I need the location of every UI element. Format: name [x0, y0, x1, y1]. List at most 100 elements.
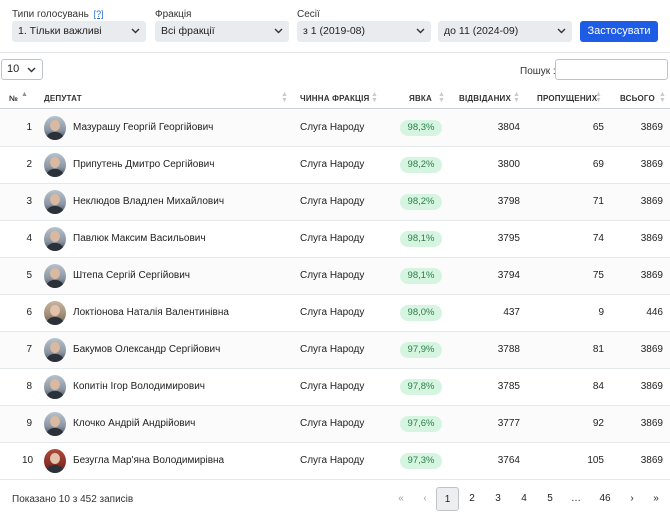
- session-to-select[interactable]: до 11 (2024-09): [438, 21, 572, 42]
- deputy-name[interactable]: Локтіонова Наталія Валентинівна: [73, 307, 229, 318]
- total-count: 3869: [640, 270, 663, 281]
- deputy-name[interactable]: Клочко Андрій Андрійович: [73, 418, 195, 429]
- next-page-button[interactable]: ›: [626, 487, 638, 511]
- chevron-down-icon: [131, 28, 140, 34]
- deputy-avatar[interactable]: [44, 412, 66, 436]
- attendance-badge: 98,2%: [400, 194, 442, 210]
- row-number: 2: [26, 159, 32, 170]
- sort-arrows-icon[interactable]: ▲ ▼: [371, 91, 378, 104]
- chevron-down-icon: [416, 28, 425, 34]
- table-body: 1 Мазурашу Георгій Георгійович Слуга Нар…: [0, 110, 670, 480]
- present-count: 437: [503, 307, 520, 318]
- column-header-total[interactable]: ВСЬОГО: [620, 94, 655, 103]
- page-button-46[interactable]: 46: [594, 487, 616, 511]
- table-row[interactable]: 7 Бакумов Олександр Сергійович Слуга Нар…: [0, 332, 670, 369]
- column-header-deputy[interactable]: ДЕПУТАТ: [44, 94, 82, 103]
- column-header-faction[interactable]: ЧИННА ФРАКЦІЯ: [300, 94, 369, 103]
- table-row[interactable]: 8 Копитін Ігор Володимирович Слуга Народ…: [0, 369, 670, 406]
- deputy-name[interactable]: Павлюк Максим Васильович: [73, 233, 206, 244]
- search-input[interactable]: [555, 59, 668, 80]
- vote-types-label-text: Типи голосувань: [12, 9, 89, 20]
- deputy-avatar[interactable]: [44, 301, 66, 325]
- pagination-ellipsis: …: [571, 493, 581, 504]
- total-count: 3869: [640, 196, 663, 207]
- page-button-2[interactable]: 2: [464, 487, 480, 511]
- session-from-select[interactable]: з 1 (2019-08): [297, 21, 431, 42]
- page-button-5[interactable]: 5: [542, 487, 558, 511]
- page-size-select[interactable]: 10: [1, 59, 43, 80]
- table-row[interactable]: 6 Локтіонова Наталія Валентинівна Слуга …: [0, 295, 670, 332]
- table-row[interactable]: 3 Неклюдов Владлен Михайлович Слуга Наро…: [0, 184, 670, 221]
- column-header-missed[interactable]: ПРОПУЩЕНИХ: [537, 94, 597, 103]
- sort-arrows-icon[interactable]: ▲ ▼: [659, 91, 666, 104]
- deputy-avatar[interactable]: [44, 116, 66, 140]
- missed-count: 84: [592, 381, 604, 392]
- row-number: 3: [26, 196, 32, 207]
- sort-arrows-icon[interactable]: ▲ ▼: [438, 91, 445, 104]
- deputy-avatar[interactable]: [44, 153, 66, 177]
- missed-count: 9: [598, 307, 604, 318]
- present-count: 3795: [497, 233, 520, 244]
- apply-button[interactable]: Застосувати: [580, 21, 658, 42]
- missed-count: 65: [592, 122, 604, 133]
- deputy-name[interactable]: Копитін Ігор Володимирович: [73, 381, 205, 392]
- first-page-button[interactable]: «: [394, 487, 408, 511]
- deputy-avatar[interactable]: [44, 227, 66, 251]
- deputy-avatar[interactable]: [44, 375, 66, 399]
- column-header-attendance[interactable]: ЯВКА: [409, 94, 432, 103]
- table-row[interactable]: 4 Павлюк Максим Васильович Слуга Народу …: [0, 221, 670, 258]
- table-row[interactable]: 10 Безугла Мар'яна Володимирівна Слуга Н…: [0, 443, 670, 480]
- deputy-name[interactable]: Неклюдов Владлен Михайлович: [73, 196, 224, 207]
- sort-arrows-icon[interactable]: ▲ ▼: [281, 91, 288, 104]
- deputy-name[interactable]: Припутень Дмитро Сергійович: [73, 159, 214, 170]
- deputy-avatar[interactable]: [44, 449, 66, 473]
- vote-types-select[interactable]: 1. Тільки важливі: [12, 21, 146, 42]
- last-page-button[interactable]: »: [650, 487, 662, 511]
- deputy-faction: Слуга Народу: [300, 381, 365, 392]
- table-row[interactable]: 2 Припутень Дмитро Сергійович Слуга Наро…: [0, 147, 670, 184]
- table-row[interactable]: 1 Мазурашу Георгій Георгійович Слуга Нар…: [0, 110, 670, 147]
- attendance-badge: 98,1%: [400, 268, 442, 284]
- deputy-name[interactable]: Штепа Сергій Сергійович: [73, 270, 190, 281]
- total-count: 3869: [640, 159, 663, 170]
- row-number: 10: [22, 455, 34, 466]
- present-count: 3788: [497, 344, 520, 355]
- faction-label: Фракція: [155, 9, 192, 20]
- deputy-name[interactable]: Бакумов Олександр Сергійович: [73, 344, 220, 355]
- deputy-avatar[interactable]: [44, 190, 66, 214]
- table-row[interactable]: 9 Клочко Андрій Андрійович Слуга Народу …: [0, 406, 670, 443]
- prev-page-button[interactable]: ‹: [418, 487, 432, 511]
- sort-asc-icon[interactable]: ▲: [21, 91, 28, 98]
- table-footer: Показано 10 з 452 записів « ‹ 1 2 3 4 5 …: [0, 484, 670, 514]
- deputy-faction: Слуга Народу: [300, 122, 365, 133]
- session-to-value: до 11 (2024-09): [444, 25, 519, 37]
- sessions-label: Сесії: [297, 9, 320, 20]
- attendance-badge: 98,0%: [400, 305, 442, 321]
- sort-arrows-icon[interactable]: ▲ ▼: [513, 91, 520, 104]
- sort-arrows-icon[interactable]: ▲ ▼: [595, 91, 602, 104]
- deputy-faction: Слуга Народу: [300, 233, 365, 244]
- faction-select[interactable]: Всі фракції: [155, 21, 289, 42]
- table-row[interactable]: 5 Штепа Сергій Сергійович Слуга Народу 9…: [0, 258, 670, 295]
- page-button-4[interactable]: 4: [516, 487, 532, 511]
- deputy-avatar[interactable]: [44, 264, 66, 288]
- page-button-3[interactable]: 3: [490, 487, 506, 511]
- missed-count: 75: [592, 270, 604, 281]
- column-header-num[interactable]: №: [9, 94, 18, 103]
- attendance-badge: 97,9%: [400, 342, 442, 358]
- deputy-faction: Слуга Народу: [300, 159, 365, 170]
- row-number: 5: [26, 270, 32, 281]
- total-count: 3869: [640, 122, 663, 133]
- total-count: 3869: [640, 418, 663, 429]
- deputy-faction: Слуга Народу: [300, 418, 365, 429]
- deputy-name[interactable]: Мазурашу Георгій Георгійович: [73, 122, 213, 133]
- present-count: 3794: [497, 270, 520, 281]
- deputy-name[interactable]: Безугла Мар'яна Володимирівна: [73, 455, 224, 466]
- vote-types-help-link[interactable]: [?]: [94, 9, 104, 19]
- total-count: 3869: [640, 455, 663, 466]
- row-number: 9: [26, 418, 32, 429]
- column-header-present[interactable]: ВІДВІДАНИХ: [459, 94, 511, 103]
- table-tools: 10 Пошук :: [0, 52, 670, 86]
- page-button-1[interactable]: 1: [436, 487, 459, 511]
- deputy-avatar[interactable]: [44, 338, 66, 362]
